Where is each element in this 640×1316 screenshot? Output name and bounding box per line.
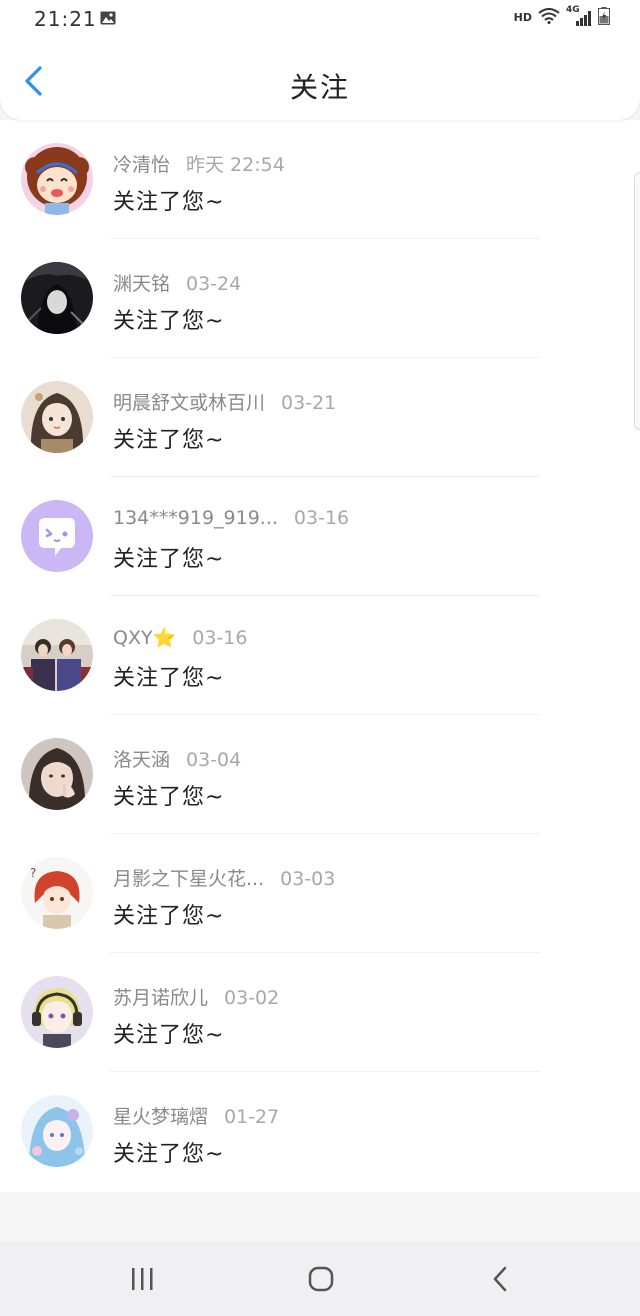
hd-label: HD	[513, 11, 532, 24]
avatar[interactable]	[21, 262, 93, 334]
item-meta: 134***919_919... 03-16	[113, 507, 349, 529]
user-name[interactable]: 134***919_919...	[113, 507, 278, 529]
recent-apps-icon	[132, 1268, 153, 1290]
notification-date: 03-21	[281, 392, 337, 414]
list-item[interactable]: 苏月诺欣儿 03-02 关注了您~	[0, 953, 640, 1072]
list-item[interactable]: 星火梦璃熠 01-27 关注了您~	[0, 1072, 640, 1191]
notification-date: 03-24	[186, 273, 242, 295]
svg-text:?: ?	[30, 866, 36, 880]
avatar[interactable]	[21, 143, 93, 215]
follow-notification-list: 冷清怡 昨天 22:54 关注了您~ 渊天铭 03-24 关注了您~ 明晨舒文或…	[0, 120, 640, 1192]
list-item[interactable]: 洛天涵 03-04 关注了您~	[0, 715, 640, 834]
scroll-indicator[interactable]	[634, 172, 640, 430]
list-item[interactable]: 冷清怡 昨天 22:54 关注了您~	[0, 120, 640, 239]
avatar[interactable]	[21, 976, 93, 1048]
blue-anime-avatar-icon	[21, 1095, 93, 1167]
notification-message: 关注了您~	[113, 547, 225, 572]
list-item[interactable]: 明晨舒文或林百川 03-21 关注了您~	[0, 358, 640, 477]
notification-date: 03-02	[224, 987, 280, 1009]
cell-signal-icon: 4G	[566, 5, 592, 27]
page-title: 关注	[289, 71, 350, 104]
status-indicators: HD 4G	[513, 5, 610, 28]
dark-hooded-avatar-icon	[21, 262, 93, 334]
user-name[interactable]: 冷清怡	[113, 154, 170, 176]
battery-icon	[598, 7, 610, 28]
list-item[interactable]: 134***919_919... 03-16 关注了您~	[0, 477, 640, 596]
notification-date: 03-16	[192, 627, 248, 649]
item-meta: 冷清怡 昨天 22:54	[113, 150, 285, 177]
user-name[interactable]: 明晨舒文或林百川	[113, 392, 265, 414]
back-nav-button[interactable]	[480, 1262, 520, 1296]
avatar[interactable]	[21, 381, 93, 453]
notification-date: 03-04	[186, 749, 242, 771]
avatar[interactable]	[21, 1095, 93, 1167]
notification-message: 关注了您~	[113, 1023, 225, 1048]
gallery-notification-icon	[100, 10, 116, 25]
user-name[interactable]: 苏月诺欣儿	[113, 987, 208, 1009]
photo-girl-avatar-icon	[21, 738, 93, 810]
user-name[interactable]: 渊天铭	[113, 273, 170, 295]
avatar[interactable]	[21, 619, 93, 691]
user-name[interactable]: 星火梦璃熠	[113, 1106, 208, 1128]
item-meta: 洛天涵 03-04	[113, 745, 241, 772]
item-meta: 苏月诺欣儿 03-02	[113, 983, 279, 1010]
headphone-anime-avatar-icon	[21, 976, 93, 1048]
status-time: 21:21	[34, 7, 97, 31]
home-icon	[308, 1266, 334, 1292]
recent-apps-button[interactable]	[122, 1262, 162, 1296]
header: 关注	[0, 40, 640, 120]
item-meta: 月影之下星火花... 03-03	[113, 864, 335, 891]
user-name[interactable]: 月影之下星火花...	[113, 868, 264, 890]
avatar[interactable]: ?	[21, 857, 93, 929]
item-meta: 渊天铭 03-24	[113, 269, 241, 296]
notification-message: 关注了您~	[113, 428, 225, 453]
notification-date: 01-27	[224, 1106, 280, 1128]
user-name[interactable]: 洛天涵	[113, 749, 170, 771]
anime-girl-avatar-icon	[21, 381, 93, 453]
cartoon-girl-avatar-icon	[21, 143, 93, 215]
chat-bubble-avatar-icon	[21, 500, 93, 572]
wifi-icon	[538, 8, 560, 27]
notification-message: 关注了您~	[113, 190, 225, 215]
user-name[interactable]: QXY⭐	[113, 627, 176, 649]
notification-message: 关注了您~	[113, 1142, 225, 1167]
back-arrow-icon	[493, 1266, 507, 1292]
item-meta: 星火梦璃熠 01-27	[113, 1102, 279, 1129]
notification-message: 关注了您~	[113, 309, 225, 334]
status-bar: 21:21 HD 4G	[0, 0, 640, 40]
red-hair-anime-avatar-icon: ?	[21, 857, 93, 929]
item-meta: 明晨舒文或林百川 03-21	[113, 388, 336, 415]
notification-message: 关注了您~	[113, 666, 225, 691]
notification-date: 03-16	[293, 507, 350, 529]
group-photo-avatar-icon	[21, 619, 93, 691]
list-item[interactable]: QXY⭐ 03-16 关注了您~	[0, 596, 640, 715]
notification-date: 昨天 22:54	[186, 154, 285, 176]
list-item[interactable]: 渊天铭 03-24 关注了您~	[0, 239, 640, 358]
notification-message: 关注了您~	[113, 904, 225, 929]
system-navigation-bar	[0, 1242, 640, 1316]
notification-message: 关注了您~	[113, 785, 225, 810]
avatar[interactable]	[21, 500, 93, 572]
item-meta: QXY⭐ 03-16	[113, 626, 247, 649]
notification-date: 03-03	[280, 868, 336, 890]
home-button[interactable]	[301, 1262, 341, 1296]
avatar[interactable]	[21, 738, 93, 810]
list-item[interactable]: ? 月影之下星火花... 03-03 关注了您~	[0, 834, 640, 953]
